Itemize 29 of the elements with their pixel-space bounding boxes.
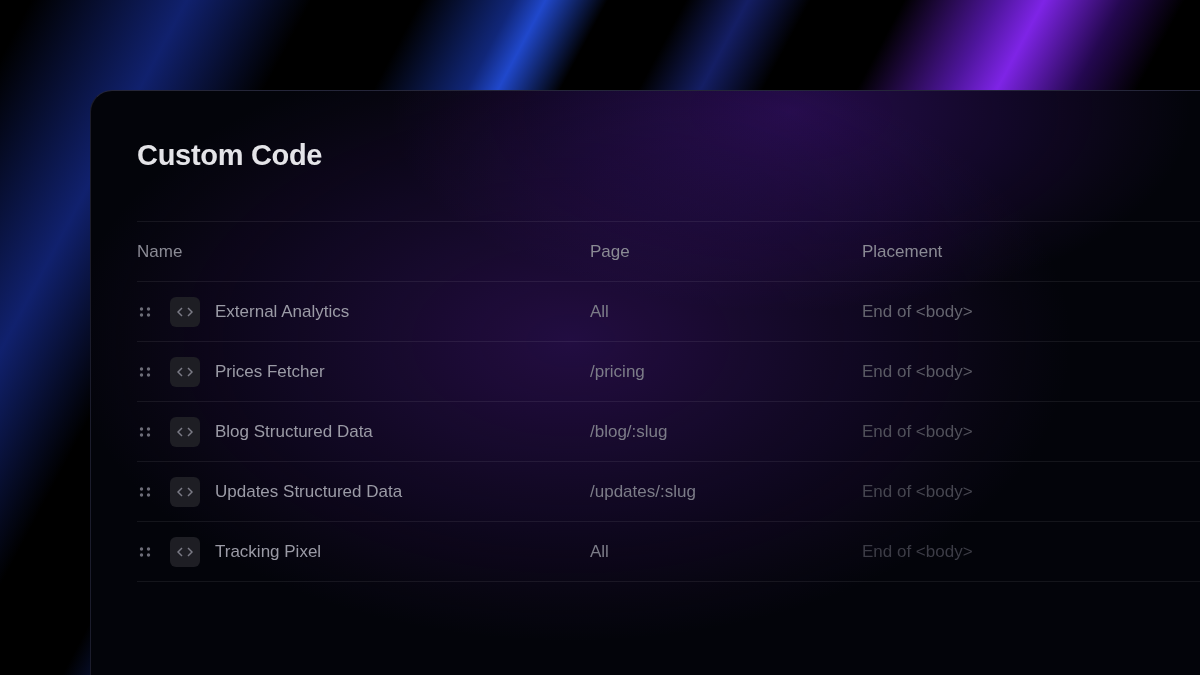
drag-handle-icon[interactable] (139, 485, 151, 498)
drag-handle-icon[interactable] (139, 545, 151, 558)
placement-text: End of <body> (862, 361, 974, 382)
page-path: All (590, 541, 610, 562)
column-header: Name (137, 241, 184, 262)
column-header: Page (590, 241, 631, 262)
page-path: /updates/:slug (590, 481, 697, 502)
page-path: All (590, 301, 610, 322)
drag-handle-icon[interactable] (139, 425, 151, 438)
script-name: Updates Structured Data (215, 481, 403, 502)
code-icon (170, 296, 200, 327)
drag-handle-icon[interactable] (139, 305, 151, 318)
script-name: Prices Fetcher (215, 361, 325, 382)
placement-text: End of <body> (862, 541, 974, 562)
script-name: External Analytics (215, 301, 350, 322)
code-icon (170, 416, 200, 447)
page-path: /blog/:slug (590, 421, 669, 442)
script-name: Blog Structured Data (215, 421, 373, 442)
placement-text: End of <body> (862, 301, 974, 322)
code-icon (170, 356, 200, 387)
drag-handle-icon[interactable] (139, 365, 151, 378)
page-path: /pricing (590, 361, 646, 382)
placement-text: End of <body> (862, 421, 974, 442)
page-title: Custom Code (137, 138, 324, 173)
code-icon (170, 536, 200, 567)
script-name: Tracking Pixel (215, 541, 322, 562)
column-header: Placement (862, 241, 944, 262)
placement-text: End of <body> (862, 481, 974, 502)
code-icon (170, 476, 200, 507)
